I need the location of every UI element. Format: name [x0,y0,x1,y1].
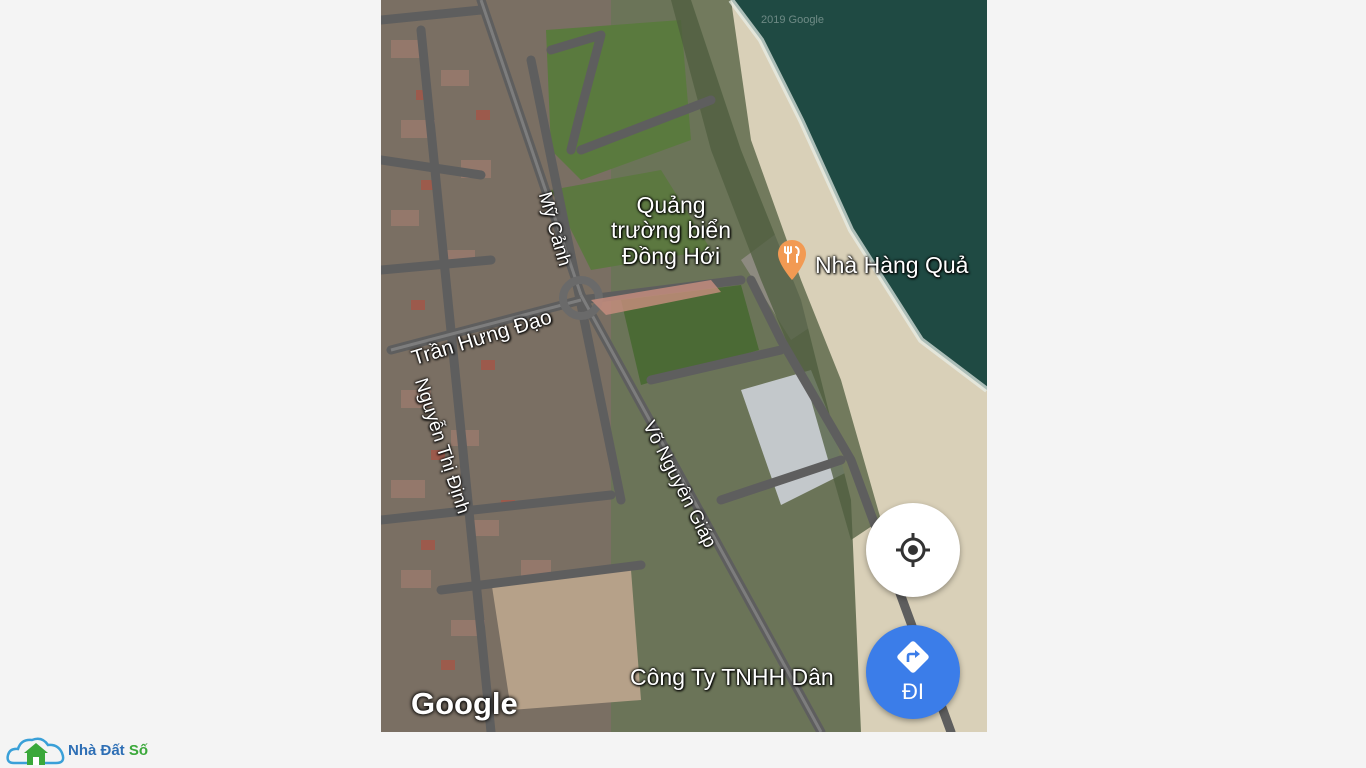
place-label-line-1: Quảng [636,192,706,218]
crosshair-icon [896,533,930,567]
my-location-button[interactable] [866,503,960,597]
brand-logo: Nhà Đất Số [6,733,148,767]
place-label-line-2: trường biển [611,217,731,244]
restaurant-pin-icon[interactable] [778,240,806,285]
place-label-quang-truong-bien-dong-hoi[interactable]: Quảng trường biển Đồng Hới [611,192,731,269]
company-label[interactable]: Công Ty TNHH Dân [630,664,834,690]
map-view[interactable]: 2019 Google Mỹ Cảnh Trần Hưng Đạo Nguyễn… [381,0,987,732]
directions-label: ĐI [902,679,924,704]
restaurant-label[interactable]: Nhà Hàng Quả [815,252,968,278]
satellite-imagery [381,0,987,732]
place-label-line-3: Đồng Hới [621,242,721,269]
directions-icon [897,641,929,673]
google-logo: Google [411,686,518,721]
brand-name: Nhà Đất Số [68,742,148,759]
imagery-watermark: 2019 Google [761,14,824,26]
brand-name-part1: Nhà Đất [68,741,129,759]
brand-name-part2: Số [128,741,149,759]
house-cloud-icon [6,737,65,765]
directions-button[interactable]: ĐI [866,625,960,719]
